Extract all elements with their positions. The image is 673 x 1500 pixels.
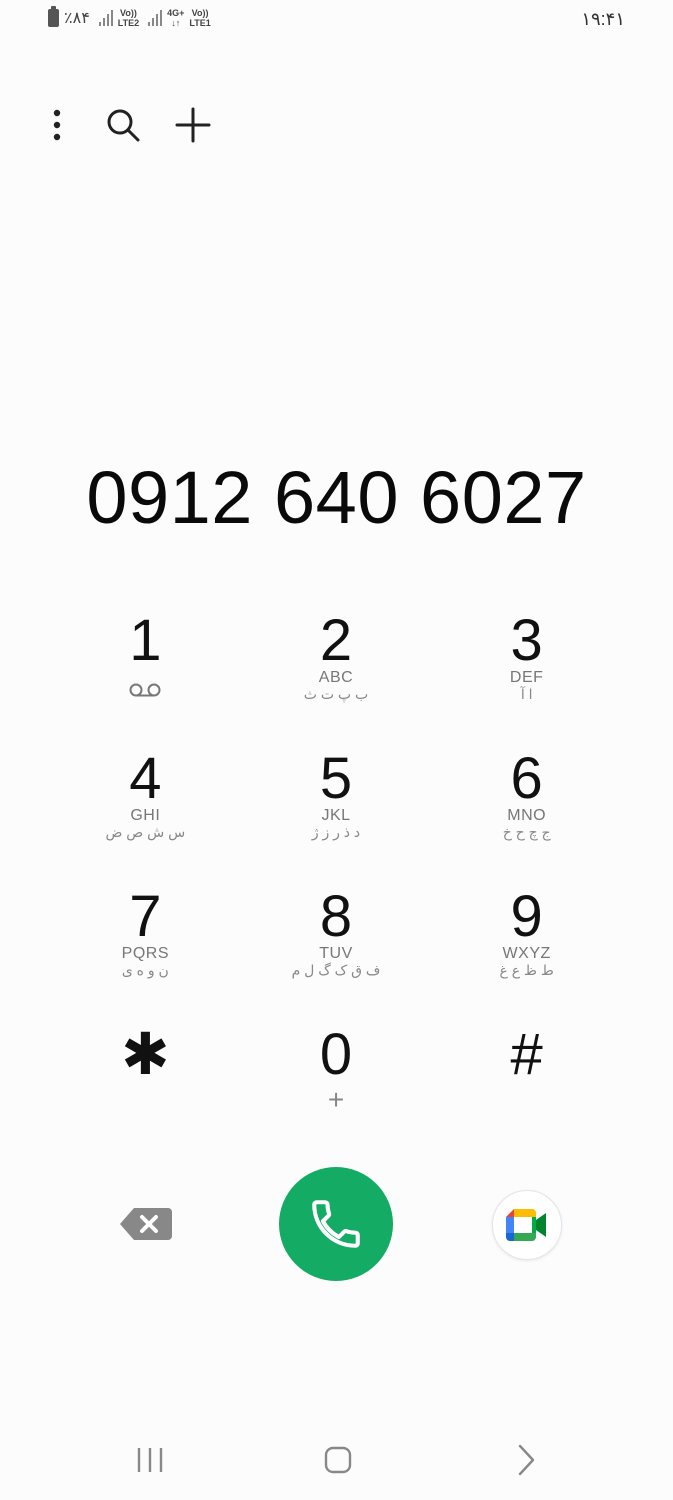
home-button[interactable] (308, 1435, 368, 1485)
key-digit: 0 (319, 1022, 353, 1087)
key-letters: DEF (509, 669, 544, 686)
key-persian-letters: ا آ (520, 686, 533, 702)
key-1[interactable]: 1 (50, 605, 241, 743)
key-letters: JKL (321, 807, 351, 824)
key-digit: 7 (129, 884, 162, 949)
key-digit: 4 (129, 746, 162, 811)
backspace-button[interactable] (118, 1204, 174, 1244)
key-3[interactable]: 3 DEF ا آ (431, 605, 622, 743)
key-persian-letters: ف ق ک گ ل م (291, 962, 381, 978)
volte-icon: Vo)) LTE1 (189, 8, 211, 28)
key-digit: 1 (129, 608, 162, 673)
key-digit: 2 (319, 608, 353, 673)
video-call-button[interactable] (492, 1190, 562, 1260)
backspace-icon (120, 1208, 172, 1240)
add-icon (175, 107, 211, 143)
key-letters: WXYZ (502, 945, 551, 962)
key-letters: TUV (319, 945, 353, 962)
key-hash[interactable]: # (431, 1019, 622, 1157)
key-persian-letters: ب پ ت ث (303, 686, 369, 702)
back-button[interactable] (496, 1435, 556, 1485)
dialer-toolbar (36, 100, 238, 150)
volte-icon: Vo)) LTE2 (117, 8, 140, 28)
key-persian-letters: د ذ ر ز ژ (311, 824, 361, 840)
status-left: ٪۸۴ Vo)) LTE2 4G+ ↓↑ Vo)) LTE1 (48, 6, 211, 28)
key-digit: 8 (319, 884, 353, 949)
dialed-number[interactable]: 0912 640 6027 (0, 455, 673, 540)
navigation-bar (0, 1425, 673, 1495)
signal-icon (98, 10, 113, 26)
home-icon (324, 1446, 352, 1474)
battery-percent: ٪۸۴ (64, 10, 90, 27)
key-star[interactable]: ✱ (50, 1019, 241, 1157)
key-8[interactable]: 8 TUV ف ق ک گ ل م (241, 881, 432, 1019)
key-letters: PQRS (121, 945, 169, 962)
google-meet-icon (506, 1209, 546, 1241)
search-button[interactable] (98, 100, 148, 150)
more-options-button[interactable] (36, 100, 78, 150)
key-digit: 9 (510, 884, 543, 949)
key-letters: ABC (318, 669, 354, 686)
key-0[interactable]: 0 + (241, 1019, 432, 1157)
signal-icon (148, 10, 163, 26)
dialer-screen: ٪۸۴ Vo)) LTE2 4G+ ↓↑ Vo)) LTE1 ۱۹:۴۱ 091… (0, 0, 673, 1500)
voicemail-icon (129, 683, 161, 697)
recent-apps-button[interactable] (120, 1435, 180, 1485)
back-icon (518, 1444, 535, 1476)
add-contact-button[interactable] (168, 100, 218, 150)
status-bar: ٪۸۴ Vo)) LTE2 4G+ ↓↑ Vo)) LTE1 ۱۹:۴۱ (0, 0, 673, 42)
more-vert-icon (53, 109, 61, 141)
key-persian-letters: ن و ه ی (121, 962, 169, 978)
key-plus-symbol: + (327, 1084, 345, 1115)
key-2[interactable]: 2 ABC ب پ ت ث (241, 605, 432, 743)
key-persian-letters: ج چ ح خ (502, 824, 551, 840)
key-7[interactable]: 7 PQRS ن و ه ی (50, 881, 241, 1019)
key-letters: MNO (507, 807, 547, 824)
status-time: ۱۹:۴۱ (581, 9, 625, 29)
key-persian-letters: ط ظ ع غ (499, 962, 554, 978)
key-digit: ✱ (121, 1022, 170, 1087)
call-button[interactable] (279, 1167, 393, 1281)
key-letters: GHI (130, 807, 161, 824)
network-type-icon: 4G+ ↓↑ (167, 8, 185, 28)
key-9[interactable]: 9 WXYZ ط ظ ع غ (431, 881, 622, 1019)
key-digit: 6 (510, 746, 543, 811)
key-digit: # (510, 1022, 543, 1087)
dial-keypad: 1 2 ABC ب پ ت ث 3 DEF ا آ 4 GHI س ش ص ض … (50, 605, 622, 1157)
key-persian-letters: س ش ص ض (105, 824, 186, 840)
search-icon (107, 109, 140, 142)
recent-apps-icon (137, 1448, 163, 1472)
phone-icon (312, 1200, 360, 1248)
battery-icon (48, 6, 59, 27)
key-4[interactable]: 4 GHI س ش ص ض (50, 743, 241, 881)
key-digit: 3 (510, 608, 543, 673)
key-5[interactable]: 5 JKL د ذ ر ز ژ (241, 743, 432, 881)
key-digit: 5 (319, 746, 353, 811)
key-6[interactable]: 6 MNO ج چ ح خ (431, 743, 622, 881)
